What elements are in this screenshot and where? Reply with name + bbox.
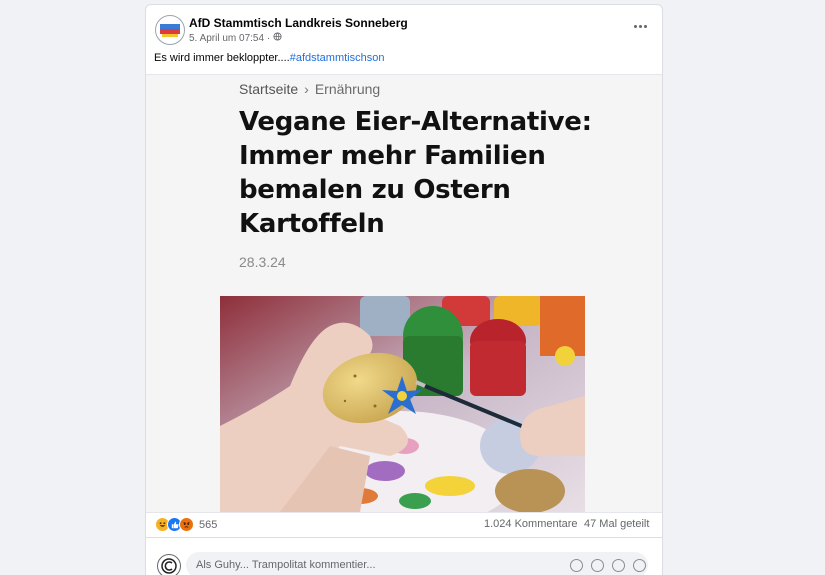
- reaction-count: 565: [199, 518, 218, 531]
- post-stats: 565 1.024 Kommentare 47 Mal geteilt: [146, 511, 662, 538]
- post-card: AfD Stammtisch Landkreis Sonneberg 5. Ap…: [145, 4, 663, 575]
- post-date[interactable]: 5. April um 07:54 ·: [189, 33, 270, 44]
- post-caption: Es wird immer bekloppter....#afdstammtis…: [154, 52, 384, 64]
- breadcrumb-section: Ernährung: [314, 81, 381, 97]
- globe-icon: [273, 32, 282, 44]
- article-headline: Vegane Eier-Alternative: Immer mehr Fami…: [239, 107, 592, 239]
- more-options-icon[interactable]: [630, 19, 650, 33]
- breadcrumb: Startseite › Ernährung: [239, 81, 380, 97]
- gif-icon[interactable]: [612, 559, 625, 572]
- reactions-summary[interactable]: 565: [155, 517, 217, 532]
- emoji-icon[interactable]: [570, 559, 583, 572]
- sticker-icon[interactable]: [633, 559, 646, 572]
- angry-icon: [179, 517, 194, 532]
- composer-icons: [570, 559, 646, 572]
- caption-text: Es wird immer bekloppter....: [154, 52, 290, 64]
- hashtag-link[interactable]: #afdstammtischson: [290, 52, 385, 64]
- shares-count[interactable]: 47 Mal geteilt: [584, 518, 649, 530]
- post-header: AfD Stammtisch Landkreis Sonneberg 5. Ap…: [146, 5, 662, 49]
- post-meta: 5. April um 07:54 ·: [189, 32, 282, 44]
- comment-composer: Als Guhy... Trampolitat kommentier...: [146, 545, 662, 575]
- page-avatar[interactable]: [155, 15, 185, 45]
- camera-icon[interactable]: [591, 559, 604, 572]
- user-avatar[interactable]: [157, 554, 181, 575]
- breadcrumb-separator: ›: [304, 81, 309, 97]
- breadcrumb-home: Startseite: [239, 81, 299, 97]
- shared-screenshot[interactable]: Startseite › Ernährung Vegane Eier-Alterna…: [146, 74, 662, 513]
- page-name[interactable]: AfD Stammtisch Landkreis Sonneberg: [189, 16, 408, 30]
- article-date: 28.3.24: [239, 254, 286, 270]
- comments-count[interactable]: 1.024 Kommentare: [484, 518, 578, 530]
- article-photo: [220, 296, 585, 512]
